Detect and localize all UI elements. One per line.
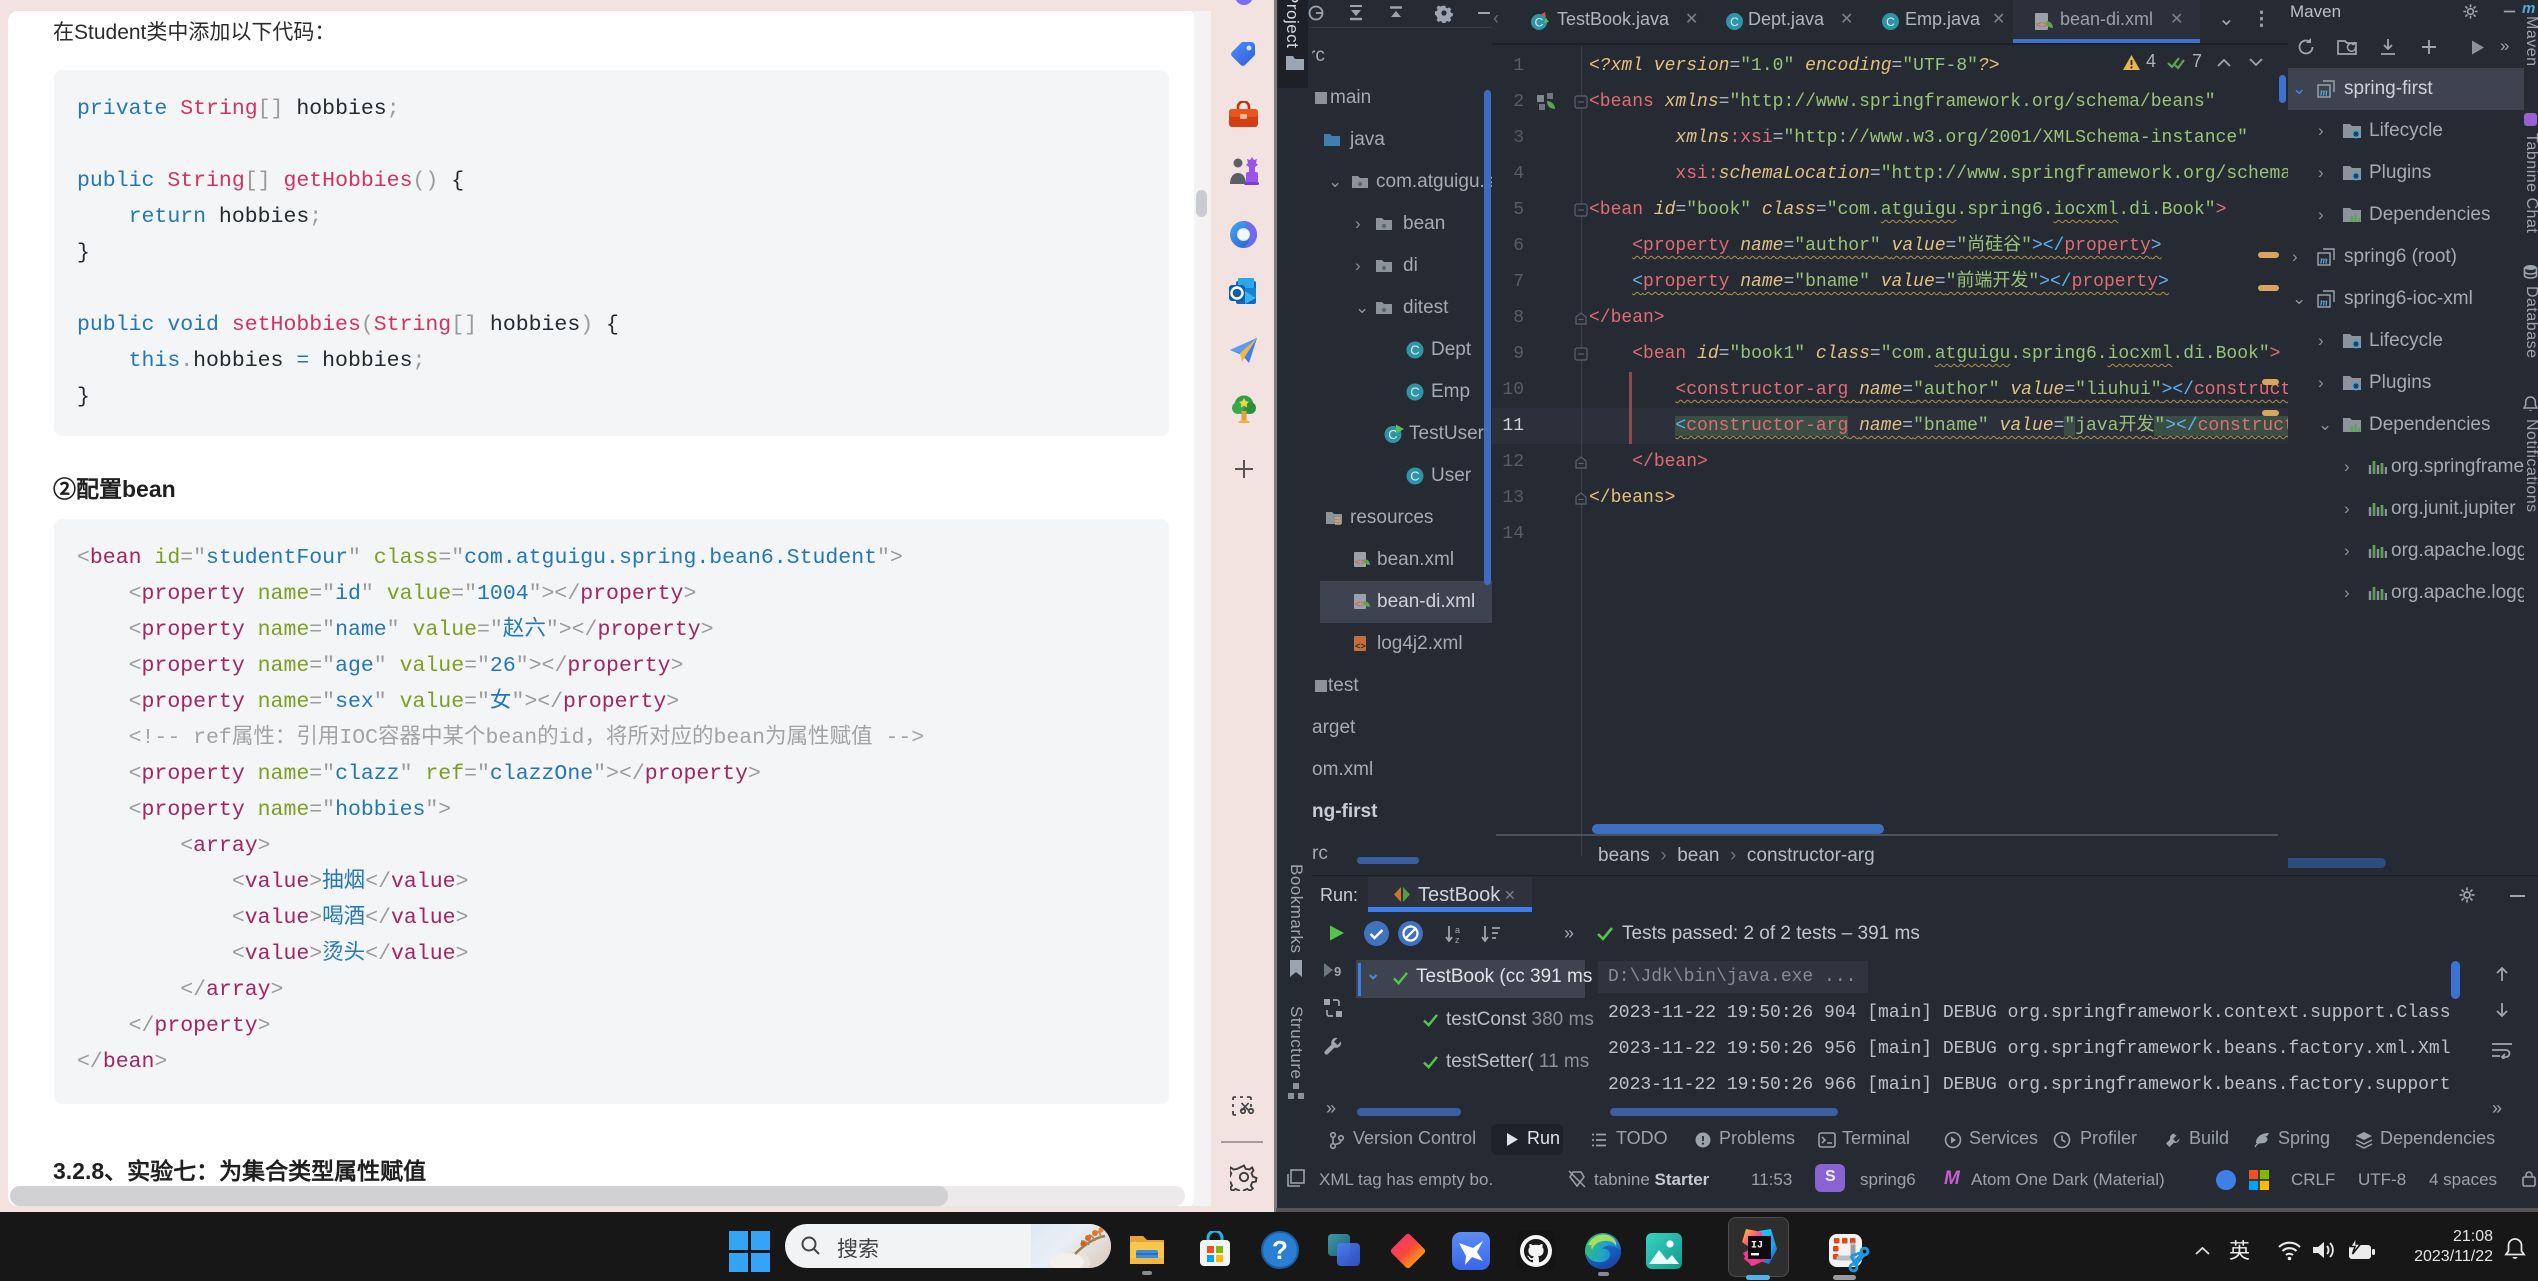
- svg-text:IJ: IJ: [1751, 1241, 1763, 1252]
- svg-text:<>: <>: [1355, 642, 1366, 652]
- svg-text:m: m: [2320, 256, 2328, 267]
- svg-text:m: m: [2320, 88, 2328, 99]
- svg-text:C: C: [1886, 15, 1895, 29]
- svg-text:a: a: [1455, 925, 1460, 935]
- svg-text:m: m: [2320, 298, 2328, 309]
- svg-text:9: 9: [1334, 964, 1341, 979]
- svg-text:C: C: [1730, 15, 1739, 29]
- svg-text:z: z: [1455, 935, 1460, 944]
- svg-text:?: ?: [1272, 1235, 1288, 1265]
- svg-text:C: C: [1535, 16, 1544, 30]
- svg-text:C: C: [1410, 343, 1419, 358]
- svg-text:C: C: [1410, 469, 1419, 484]
- svg-text:C: C: [1410, 385, 1419, 400]
